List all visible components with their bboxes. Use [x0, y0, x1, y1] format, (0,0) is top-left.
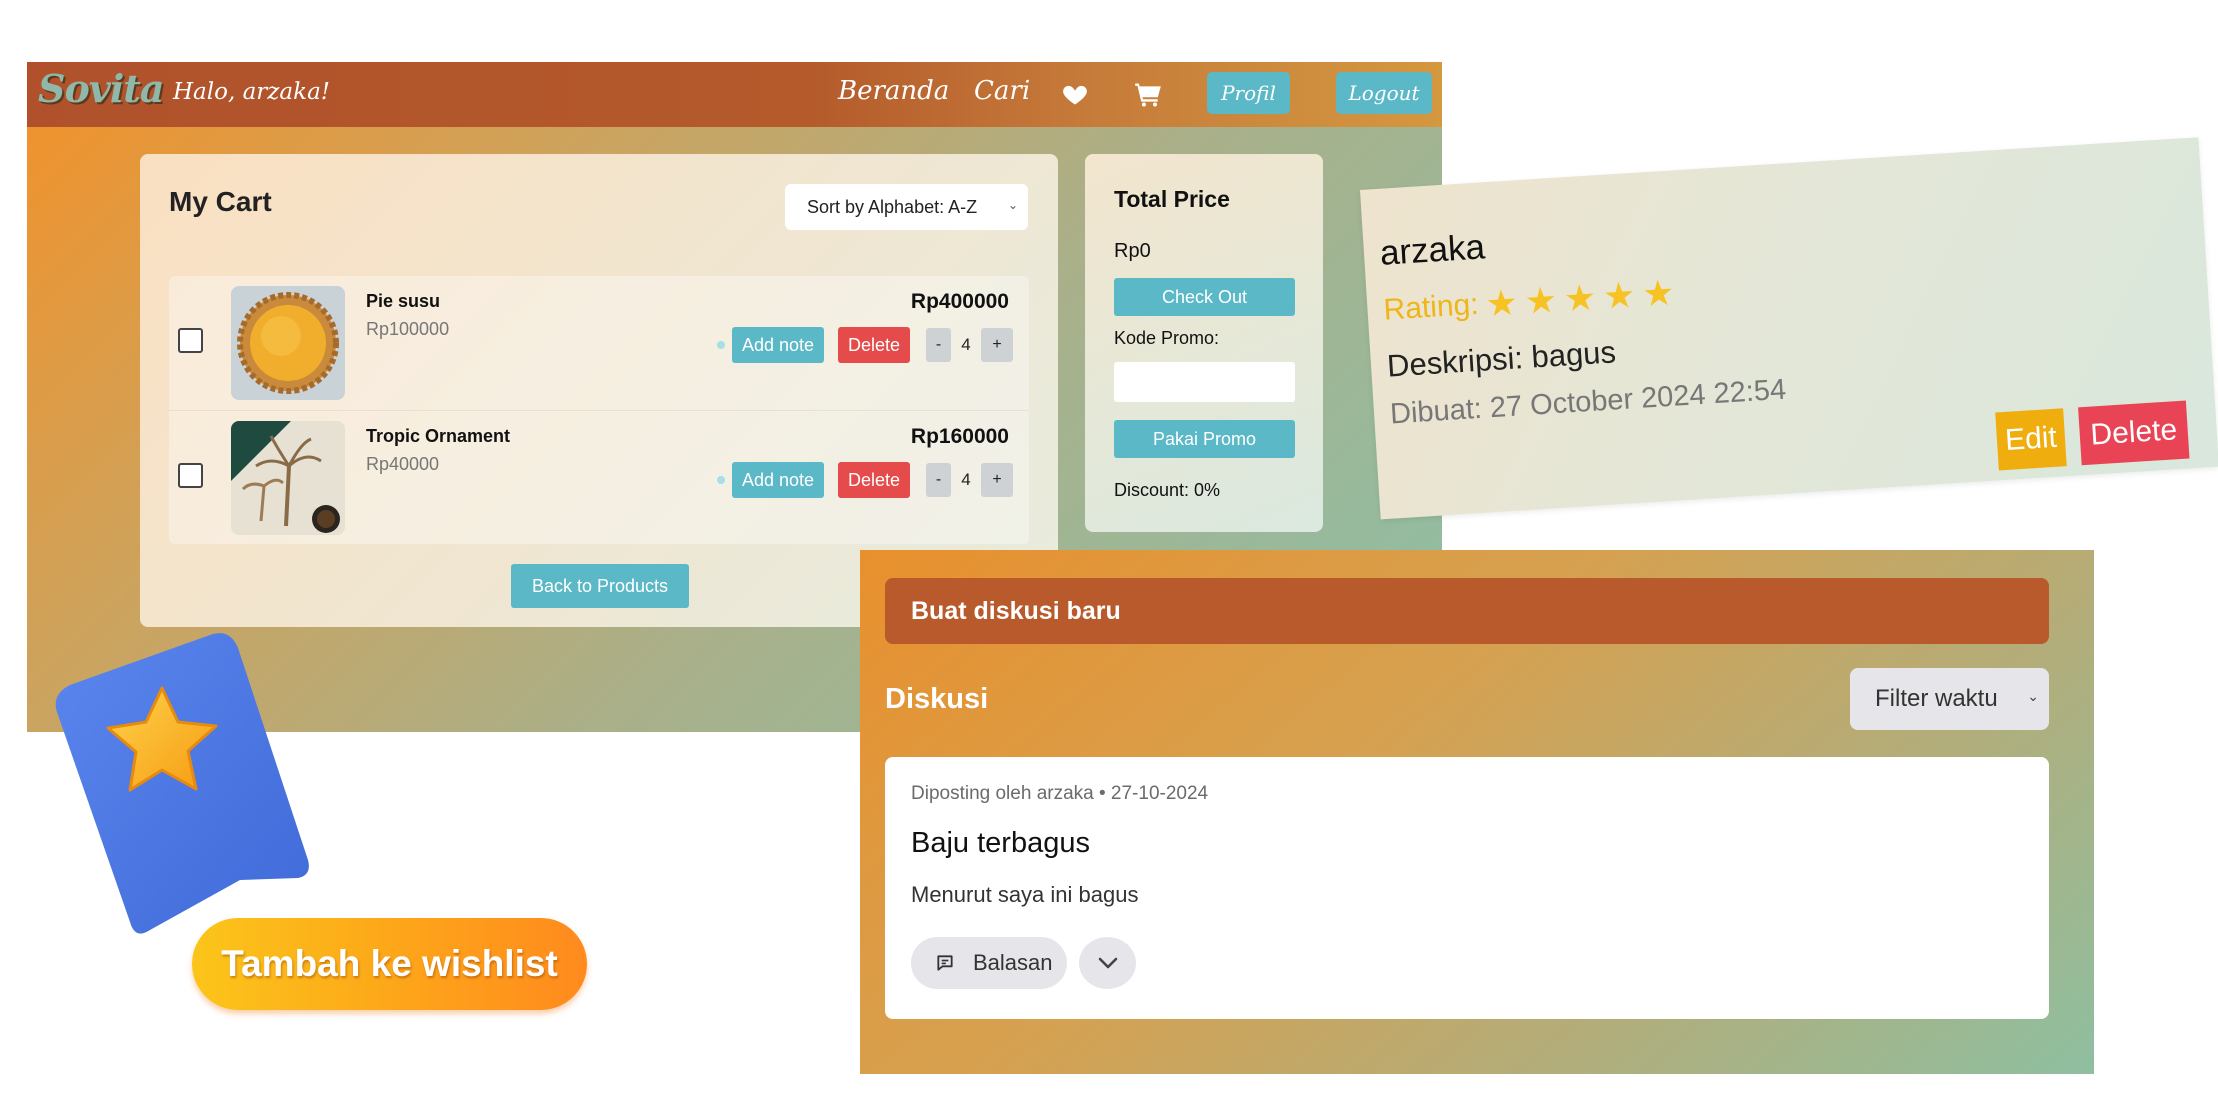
product-unit-price: Rp100000: [366, 319, 450, 339]
brand-logo[interactable]: Sovita: [38, 66, 164, 111]
back-to-products-button[interactable]: Back to Products: [511, 564, 689, 608]
post-meta: Diposting oleh arzaka • 27-10-2024: [911, 783, 1209, 804]
add-note-button[interactable]: Add note: [732, 462, 825, 498]
quantity-decrement-button[interactable]: -: [926, 328, 951, 362]
item-checkbox[interactable]: [178, 463, 203, 488]
post-title: Baju terbagus: [911, 827, 1090, 859]
greeting-text: Halo, arzaka!: [173, 79, 331, 105]
delete-review-button[interactable]: Delete: [2078, 400, 2190, 466]
post-body: Menurut saya ini bagus: [911, 882, 1139, 907]
product-image-pie-susu[interactable]: [231, 286, 345, 400]
delete-item-button[interactable]: Delete: [838, 462, 911, 498]
star-icon: ★: [1601, 273, 1637, 317]
product-name: Pie susu: [366, 291, 441, 311]
promo-code-label: Kode Promo:: [1114, 328, 1220, 348]
checkout-button[interactable]: Check Out: [1114, 278, 1295, 316]
profile-button[interactable]: Profil: [1207, 72, 1290, 114]
product-image-tropic-ornament[interactable]: [231, 421, 345, 535]
cart-items-list: Pie susu Rp100000 Rp400000 Add note Dele…: [169, 276, 1029, 544]
star-icon: ★: [1640, 271, 1676, 315]
reply-button[interactable]: Balasan: [911, 937, 1067, 989]
delete-item-button[interactable]: Delete: [838, 327, 911, 363]
chevron-down-icon: [1098, 957, 1117, 969]
logout-button[interactable]: Logout: [1336, 72, 1432, 114]
cart-title: My Cart: [169, 186, 272, 217]
add-to-wishlist-button[interactable]: Tambah ke wishlist: [192, 918, 587, 1010]
note-indicator-dot: [717, 341, 725, 349]
star-icon: ★: [1562, 276, 1598, 320]
nav-link-beranda[interactable]: Beranda: [838, 76, 949, 106]
nav-link-cari[interactable]: Cari: [974, 76, 1030, 106]
reviewer-name: arzaka: [1378, 227, 1487, 273]
chevron-down-icon: ⌄: [1007, 198, 1018, 212]
edit-review-button[interactable]: Edit: [1995, 408, 2067, 471]
discussion-panel: Buat diskusi baru Diskusi Filter waktu ⌄…: [860, 550, 2094, 1074]
product-unit-price: Rp40000: [366, 454, 440, 474]
discussion-title: Diskusi: [885, 683, 989, 715]
review-description: Deskripsi: bagus: [1386, 334, 1617, 384]
rating-label: Rating:: [1382, 287, 1480, 327]
quantity-increment-button[interactable]: +: [981, 463, 1013, 497]
sort-select[interactable]: Sort by Alphabet: A-Z ⌄: [785, 184, 1028, 230]
bookmark-star-icon: [55, 633, 309, 934]
rating-row: Rating: ★ ★ ★ ★ ★: [1382, 271, 1676, 328]
total-price-panel: Total Price Rp0 Check Out Kode Promo: Pa…: [1085, 154, 1323, 532]
discount-text: Discount: 0%: [1114, 480, 1221, 500]
note-indicator-dot: [717, 476, 725, 484]
expand-replies-button[interactable]: [1079, 937, 1136, 989]
time-filter-select[interactable]: Filter waktu ⌄: [1850, 668, 2049, 730]
sort-select-value: Sort by Alphabet: A-Z: [807, 196, 978, 217]
apply-promo-button[interactable]: Pakai Promo: [1114, 420, 1295, 458]
quantity-value: 4: [961, 470, 971, 489]
star-icon: ★: [1523, 278, 1559, 322]
cart-icon[interactable]: [1134, 80, 1162, 108]
star-icon: ★: [1484, 281, 1519, 325]
cart-item: Tropic Ornament Rp40000 Rp160000 Add not…: [169, 410, 1029, 544]
chevron-down-icon: ⌄: [2027, 688, 2039, 704]
discussion-post: Diposting oleh arzaka • 27-10-2024 Baju …: [885, 757, 2049, 1019]
add-note-button[interactable]: Add note: [732, 327, 825, 363]
product-total-price: Rp160000: [910, 425, 1009, 448]
product-name: Tropic Ornament: [366, 426, 511, 446]
promo-code-input[interactable]: [1114, 362, 1295, 402]
review-date: Dibuat: 27 October 2024 22:54: [1389, 373, 1788, 431]
item-checkbox[interactable]: [178, 328, 203, 353]
new-discussion-button[interactable]: Buat diskusi baru: [885, 578, 2049, 644]
quantity-increment-button[interactable]: +: [981, 328, 1013, 362]
total-price-title: Total Price: [1114, 186, 1230, 212]
total-price-value: Rp0: [1114, 240, 1151, 262]
heart-icon[interactable]: [1061, 80, 1089, 108]
chat-bubble-icon: [937, 955, 953, 971]
time-filter-value: Filter waktu: [1875, 685, 1998, 712]
product-total-price: Rp400000: [910, 290, 1009, 313]
reply-button-label: Balasan: [973, 950, 1053, 975]
quantity-value: 4: [961, 335, 971, 354]
quantity-decrement-button[interactable]: -: [926, 463, 951, 497]
navbar: Sovita Halo, arzaka! Beranda Cari Profil…: [27, 62, 1442, 127]
cart-item: Pie susu Rp100000 Rp400000 Add note Dele…: [169, 276, 1029, 410]
review-card: arzaka Rating: ★ ★ ★ ★ ★ Deskripsi: bagu…: [1360, 137, 2218, 520]
